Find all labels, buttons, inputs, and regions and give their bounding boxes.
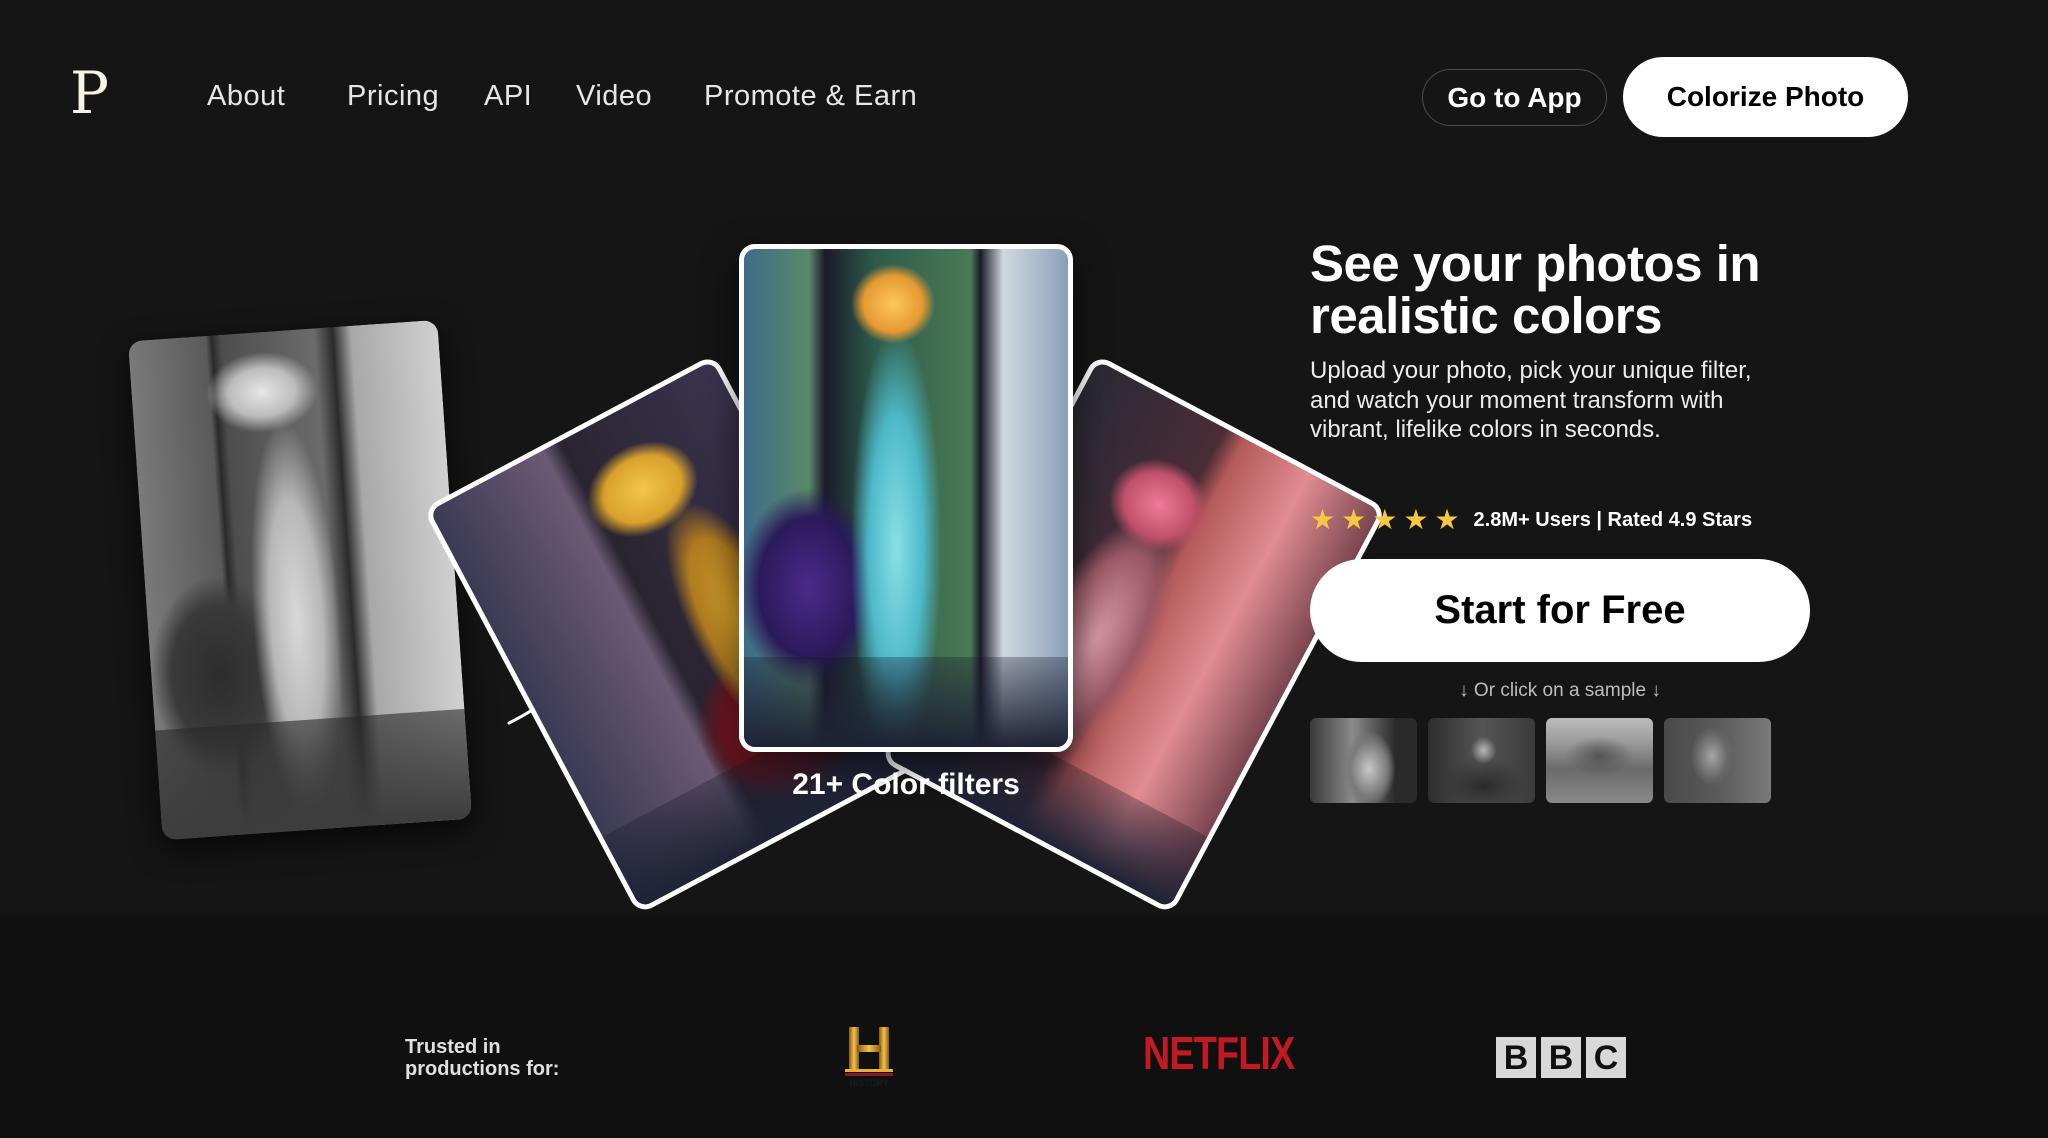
history-logo: HISTORY: [845, 1027, 893, 1088]
nav-promote-earn[interactable]: Promote & Earn: [704, 82, 917, 111]
trusted-section: [0, 914, 2048, 1138]
star-icon: ★: [1372, 504, 1398, 535]
star-icon: ★: [1403, 504, 1429, 535]
sample-thumbnail[interactable]: [1546, 718, 1653, 803]
sample-thumbnail[interactable]: [1428, 718, 1535, 803]
star-icon: ★: [1310, 504, 1336, 535]
hero-subtext: Upload your photo, pick your unique filt…: [1310, 357, 1752, 443]
bbc-letter: C: [1586, 1037, 1626, 1078]
filter-card-main: [739, 244, 1073, 752]
logo[interactable]: P: [70, 64, 109, 122]
sample-hint: ↓ Or click on a sample ↓: [1459, 680, 1661, 701]
rating: ★ ★ ★ ★ ★ 2.8M+ Users | Rated 4.9 Stars: [1310, 506, 1752, 534]
sample-thumbnail[interactable]: [1664, 718, 1771, 803]
star-icon: ★: [1434, 504, 1460, 535]
history-text: HISTORY: [849, 1078, 889, 1088]
start-for-free-button[interactable]: Start for Free: [1310, 559, 1810, 662]
netflix-logo: NETFLIX: [1143, 1027, 1295, 1079]
go-to-app-button[interactable]: Go to App: [1422, 69, 1607, 126]
original-bw-photo: [127, 319, 473, 841]
colorize-photo-button[interactable]: Colorize Photo: [1623, 57, 1908, 137]
star-icon: ★: [1341, 504, 1367, 535]
nav-video[interactable]: Video: [576, 82, 652, 111]
filters-caption: 21+ Color filters: [792, 768, 1020, 801]
bbc-letter: B: [1496, 1037, 1536, 1078]
rating-text: 2.8M+ Users | Rated 4.9 Stars: [1473, 508, 1753, 531]
nav-about[interactable]: About: [207, 82, 285, 111]
bbc-letter: B: [1541, 1037, 1581, 1078]
sample-list: [1310, 718, 1771, 803]
sample-thumbnail[interactable]: [1310, 718, 1417, 803]
trusted-label: Trusted in productions for:: [405, 1036, 560, 1080]
page-title: See your photos in realistic colors: [1310, 235, 1761, 344]
nav-pricing[interactable]: Pricing: [347, 82, 439, 111]
bbc-logo: B B C: [1496, 1037, 1626, 1078]
nav-api[interactable]: API: [484, 82, 532, 111]
